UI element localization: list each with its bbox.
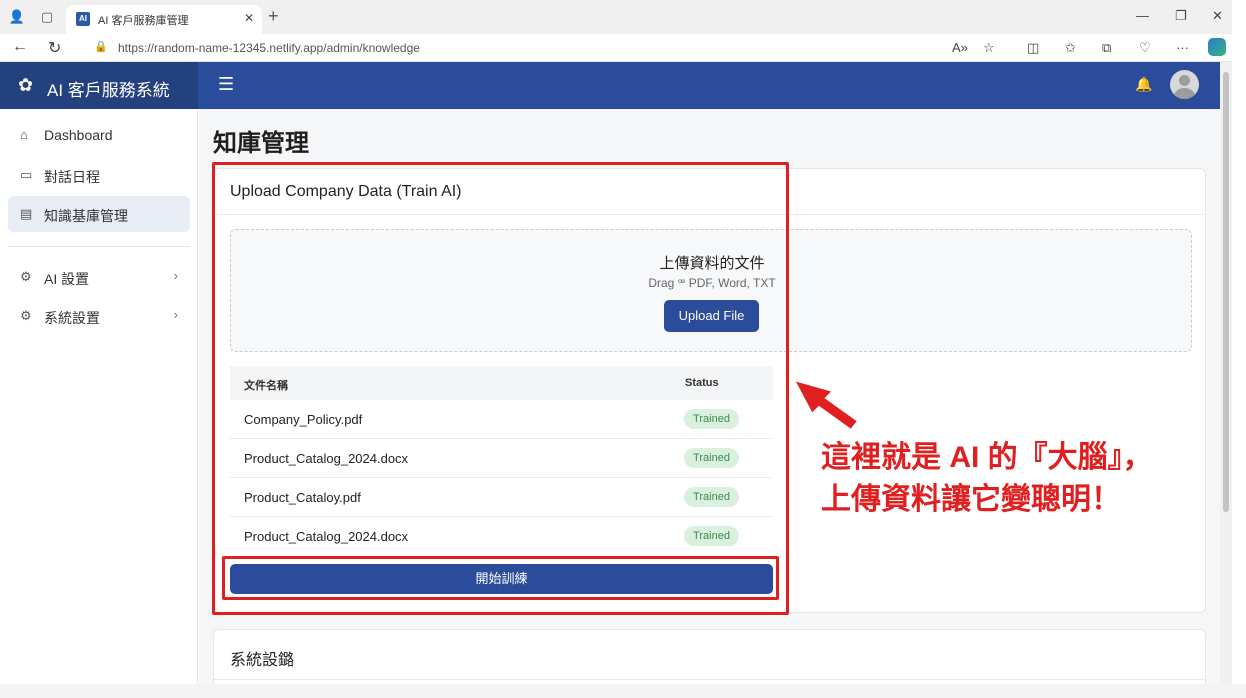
annotation-arrow-icon: [792, 378, 860, 432]
page-scrollbar[interactable]: [1220, 62, 1232, 684]
scrollbar-thumb[interactable]: [1223, 72, 1229, 512]
annotation-line-2: 上傳資料讓它變聰明！: [821, 483, 1121, 516]
annotation-line-1: 這裡就是 AI 的『大腦』，: [821, 441, 1153, 474]
bottom-strip: [0, 684, 1246, 698]
annotation-callout: 這裡就是 AI 的『大腦』， 上傳資料讓它變聰明！: [821, 437, 1216, 521]
